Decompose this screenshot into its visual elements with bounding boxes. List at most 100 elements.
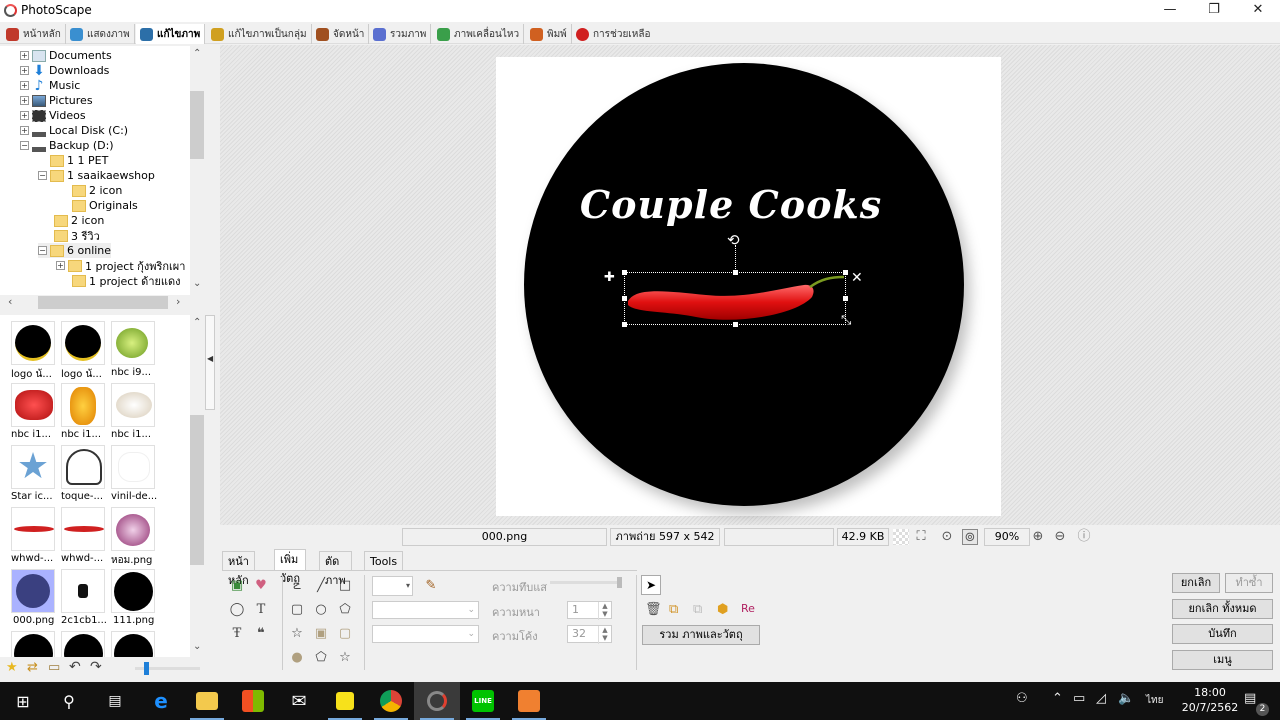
- expand-icon[interactable]: −: [38, 171, 47, 180]
- expand-icon[interactable]: +: [20, 66, 29, 75]
- color-picker-dropdown[interactable]: ▾: [372, 576, 413, 596]
- curvature-input[interactable]: 32 ▲ ▼: [567, 625, 612, 644]
- tab-home-tools[interactable]: หน้าหลัก: [222, 551, 255, 587]
- tab-crop[interactable]: ตัดภาพ: [319, 551, 352, 587]
- tree-item-folder[interactable]: 1 project ด้ายแดง: [72, 273, 181, 288]
- opacity-slider[interactable]: [550, 577, 622, 588]
- tree-horizontal-scrollbar[interactable]: ‹ ›: [0, 295, 190, 310]
- menu-button[interactable]: เมนู: [1172, 650, 1273, 670]
- resize-handle[interactable]: [622, 322, 627, 327]
- expand-icon[interactable]: −: [20, 141, 29, 150]
- taskbar-sticky-notes[interactable]: [322, 682, 368, 720]
- thumbnail[interactable]: [61, 631, 105, 657]
- tab-print[interactable]: พิมพ์: [526, 24, 572, 44]
- rectangle-icon[interactable]: □: [336, 577, 354, 595]
- scrollbar-thumb[interactable]: [190, 91, 204, 159]
- thumbnail-vertical-scrollbar[interactable]: ⌃ ⌄: [190, 315, 205, 657]
- quote-icon[interactable]: ❝: [252, 625, 270, 643]
- filled-pentagon-icon[interactable]: ⬠: [312, 649, 330, 667]
- insert-photo-icon[interactable]: ▣: [228, 577, 246, 595]
- zoom-level[interactable]: 90%: [984, 528, 1030, 546]
- expand-icon[interactable]: +: [20, 96, 29, 105]
- scroll-left-icon[interactable]: ‹: [8, 295, 12, 308]
- tree-item-folder[interactable]: Originals: [72, 198, 138, 213]
- tree-item-folder[interactable]: 1 1 PET: [50, 153, 108, 168]
- tab-combine[interactable]: รวมภาพ: [369, 24, 432, 44]
- tab-animated-gif[interactable]: ภาพเคลื่อนไหว: [433, 24, 525, 44]
- logo-title-text[interactable]: Couple Cooks: [496, 182, 966, 227]
- trash-icon[interactable]: 🗑: [645, 602, 662, 617]
- select-pointer-icon[interactable]: ➤: [641, 575, 661, 595]
- send-to-back-icon[interactable]: ⧉: [693, 602, 702, 617]
- people-icon[interactable]: ⚇: [1016, 691, 1028, 706]
- start-button[interactable]: ⊞: [0, 682, 46, 720]
- photo-image[interactable]: Couple Cooks ⟲ ✚ ✕ ⤡: [496, 57, 1001, 516]
- duplicate-handle-icon[interactable]: ✚: [604, 270, 615, 285]
- wifi-icon[interactable]: ◿: [1096, 691, 1106, 706]
- tab-batch-editor[interactable]: แก้ไขภาพเป็นกลุ่ม: [207, 24, 312, 44]
- ellipse-icon[interactable]: ○: [312, 601, 330, 619]
- resize-handle[interactable]: [843, 270, 848, 275]
- tree-item-downloads[interactable]: + ⬇ Downloads: [20, 63, 109, 78]
- info-icon[interactable]: ⓘ: [1076, 529, 1092, 545]
- scroll-up-icon[interactable]: ⌃: [193, 48, 201, 59]
- line-icon[interactable]: ╱: [312, 577, 330, 595]
- volume-icon[interactable]: 🔈: [1118, 691, 1134, 706]
- taskbar-edge[interactable]: e: [138, 682, 184, 720]
- expand-icon[interactable]: +: [56, 261, 65, 270]
- thumbnail[interactable]: ★: [11, 445, 55, 489]
- input-language[interactable]: ไทย: [1146, 693, 1163, 708]
- tree-item-local-disk[interactable]: + Local Disk (C:): [20, 123, 128, 138]
- task-view-button[interactable]: ▤: [92, 682, 138, 720]
- thumbnail-selected[interactable]: [11, 569, 55, 613]
- thumbnail[interactable]: [111, 507, 155, 551]
- redo-button[interactable]: ทำซ้ำ: [1225, 573, 1273, 593]
- open-folder-icon[interactable]: ▭: [48, 660, 60, 675]
- favorite-star-icon[interactable]: ★: [6, 660, 18, 675]
- tab-home[interactable]: หน้าหลัก: [2, 24, 66, 44]
- resize-handle[interactable]: [733, 322, 738, 327]
- expand-icon[interactable]: +: [20, 51, 29, 60]
- thumbnail[interactable]: [111, 321, 155, 365]
- resize-handle[interactable]: [622, 296, 627, 301]
- tree-item-videos[interactable]: + Videos: [20, 108, 86, 123]
- tree-vertical-scrollbar[interactable]: ⌃ ⌄: [190, 46, 205, 296]
- panel-collapse-handle[interactable]: ◀: [205, 315, 215, 410]
- tree-item-folder[interactable]: − 1 saaikaewshop: [38, 168, 155, 183]
- scrollbar-thumb[interactable]: [38, 296, 168, 309]
- actual-size-icon[interactable]: ⊙: [939, 529, 955, 545]
- insert-icon-icon[interactable]: ♥: [252, 577, 270, 595]
- tree-item-folder[interactable]: 3 รีวิว: [54, 228, 100, 243]
- taskbar-line[interactable]: LINE: [460, 682, 506, 720]
- expand-icon[interactable]: +: [20, 111, 29, 120]
- tab-tools[interactable]: Tools: [364, 551, 404, 571]
- thumbnail-size-slider[interactable]: [135, 662, 200, 675]
- thumbnail[interactable]: [61, 445, 105, 489]
- resize-handle[interactable]: [622, 270, 627, 275]
- rotate-handle-icon[interactable]: ⟲: [727, 231, 740, 249]
- rename-object-icon[interactable]: Re: [741, 602, 755, 615]
- scroll-down-icon[interactable]: ⌄: [193, 641, 201, 652]
- thumbnail[interactable]: [61, 507, 105, 551]
- object-selection-box[interactable]: [622, 245, 848, 327]
- tab-add-object[interactable]: เพิ่มวัตถุ: [274, 549, 306, 585]
- tree-item-backup[interactable]: − Backup (D:): [20, 138, 114, 153]
- eyedropper-icon[interactable]: ✎: [422, 577, 440, 595]
- zoom-in-icon[interactable]: ⊕: [1030, 529, 1046, 545]
- spinner-icon[interactable]: ▲ ▼: [598, 602, 611, 620]
- save-button[interactable]: บันทึก: [1172, 624, 1273, 644]
- fill-style-select[interactable]: ⌄: [372, 625, 479, 643]
- thumbnail[interactable]: [11, 631, 55, 657]
- expand-icon[interactable]: +: [20, 81, 29, 90]
- rounded-rectangle-icon[interactable]: ▢: [288, 601, 306, 619]
- taskbar-chrome[interactable]: [368, 682, 414, 720]
- expand-icon[interactable]: −: [38, 246, 47, 255]
- speech-balloon-icon[interactable]: ◯: [228, 601, 246, 619]
- thumbnail[interactable]: [111, 445, 155, 489]
- filled-rounded-rectangle-icon[interactable]: ▢: [336, 625, 354, 643]
- battery-icon[interactable]: ▭: [1073, 691, 1085, 706]
- resize-corner-icon[interactable]: ⤡: [841, 313, 851, 328]
- delete-object-icon[interactable]: ✕: [851, 270, 863, 286]
- bring-to-front-icon[interactable]: ⧉: [669, 602, 678, 617]
- tree-item-folder[interactable]: 2 icon: [72, 183, 122, 198]
